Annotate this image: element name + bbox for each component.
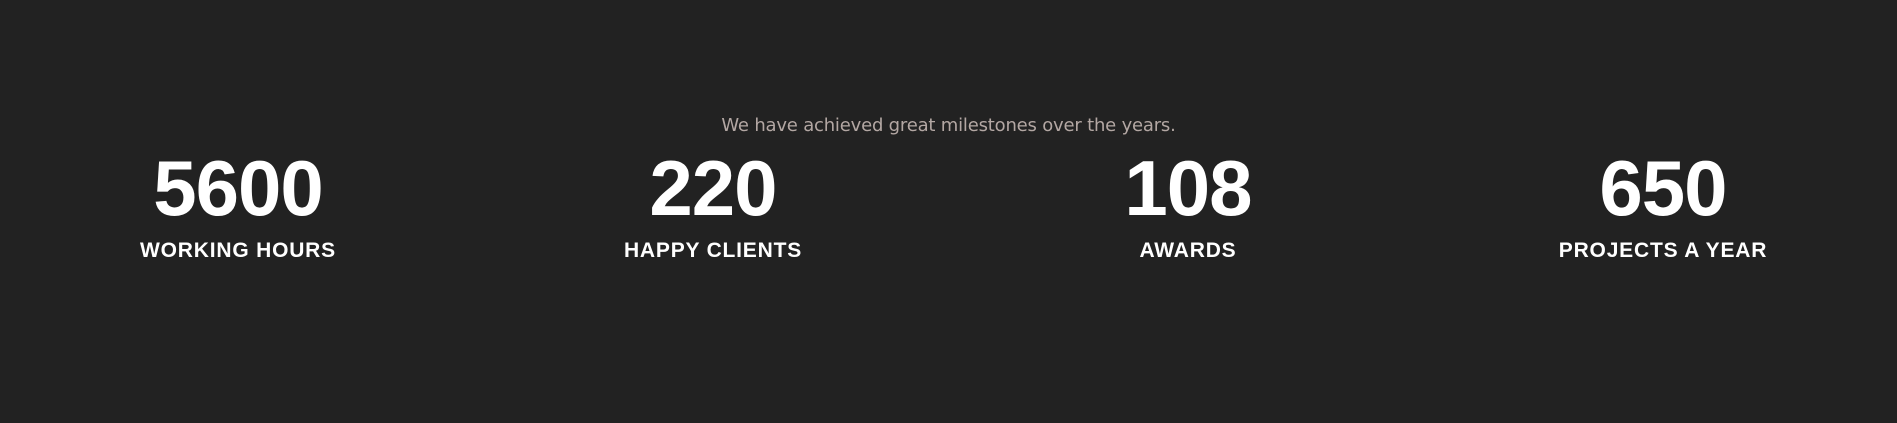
stat-value: 5600: [153, 144, 324, 232]
stat-projects-a-year: 650 PROJECTS A YEAR: [1513, 146, 1813, 264]
stat-awards: 108 AWARDS: [1038, 146, 1338, 264]
milestones-section: We have achieved great milestones over t…: [0, 0, 1897, 423]
stat-value: 650: [1599, 144, 1727, 232]
stat-label: PROJECTS A YEAR: [1558, 239, 1768, 262]
stat-value: 220: [649, 144, 777, 232]
stat-working-hours: 5600 WORKING HOURS: [88, 146, 388, 264]
stat-label: HAPPY CLIENTS: [623, 239, 803, 262]
stat-value: 108: [1124, 144, 1252, 232]
stat-label: WORKING HOURS: [140, 239, 336, 262]
stat-label: AWARDS: [1139, 239, 1237, 262]
milestones-tagline: We have achieved great milestones over t…: [721, 115, 1176, 136]
stat-happy-clients: 220 HAPPY CLIENTS: [563, 146, 863, 264]
